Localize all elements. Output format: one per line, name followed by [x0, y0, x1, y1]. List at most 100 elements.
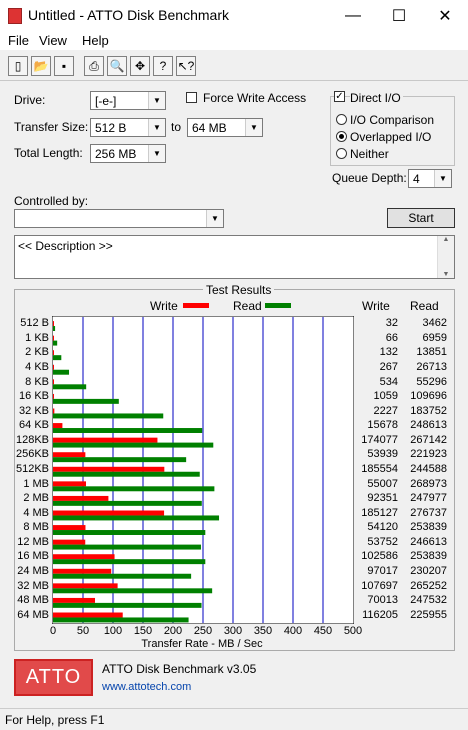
write-column-header: Write	[362, 299, 390, 313]
neither-radio[interactable]	[336, 148, 347, 159]
open-icon[interactable]: 📂	[31, 56, 51, 76]
read-bar	[53, 471, 200, 477]
write-value: 1059	[373, 390, 398, 403]
x-axis-label: Transfer Rate - MB / Sec	[141, 638, 263, 650]
read-bar	[53, 442, 214, 448]
write-bar	[53, 423, 63, 429]
read-bar	[53, 602, 202, 608]
new-icon[interactable]: ▯	[8, 56, 28, 76]
transfer-size-row-label: 8 MB	[23, 521, 49, 534]
menu-help[interactable]: Help	[82, 33, 109, 48]
write-bar	[53, 612, 123, 618]
read-bar	[53, 530, 206, 535]
status-text: For Help, press F1	[5, 713, 105, 727]
title-bar: Untitled - ATTO Disk Benchmark — ☐ ✕	[0, 0, 468, 32]
read-bar	[53, 588, 213, 594]
help-icon[interactable]: ?	[153, 56, 173, 76]
transfer-from-value: 512 B	[95, 121, 127, 135]
overlapped-io-label: Overlapped I/O	[350, 130, 432, 144]
read-legend-label: Read	[233, 299, 262, 313]
direct-io-checkbox[interactable]: ✓	[334, 91, 345, 102]
read-bar	[53, 340, 58, 346]
controlled-by-select[interactable]: ▼	[14, 209, 224, 228]
chevron-down-icon: ▼	[148, 119, 165, 136]
test-results-title: Test Results	[203, 283, 275, 297]
context-help-icon[interactable]: ↖?	[176, 56, 196, 76]
read-value: 248613	[410, 419, 447, 432]
write-value: 15678	[367, 419, 398, 432]
print-icon[interactable]: ⎙	[84, 56, 104, 76]
menu-view[interactable]: View	[39, 33, 67, 48]
chevron-down-icon: ▼	[148, 145, 165, 162]
toolbar: ▯ 📂 ▪ ⎙ 🔍 ✥ ? ↖?	[0, 51, 468, 81]
read-value: 247977	[410, 492, 447, 505]
chevron-down-icon: ▼	[206, 210, 223, 227]
read-value: 221923	[410, 448, 447, 461]
x-tick-label: 100	[103, 625, 123, 637]
read-bar	[53, 428, 203, 433]
write-value: 92351	[367, 492, 398, 505]
write-bar	[53, 525, 86, 531]
status-bar: For Help, press F1	[0, 708, 468, 730]
website-link[interactable]: www.attotech.com	[102, 681, 191, 693]
transfer-to-select[interactable]: 64 MB ▼	[187, 118, 263, 137]
read-bar	[53, 369, 70, 375]
menu-file[interactable]: File	[8, 33, 29, 48]
write-value: 185127	[361, 506, 398, 519]
read-value: 265252	[410, 579, 447, 592]
queue-depth-label: Queue Depth:	[332, 171, 407, 185]
maximize-button[interactable]: ☐	[376, 0, 422, 31]
product-version: ATTO Disk Benchmark v3.05	[102, 662, 257, 676]
force-write-checkbox[interactable]	[186, 92, 197, 103]
drive-select[interactable]: [-e-] ▼	[90, 91, 166, 110]
io-comparison-radio[interactable]	[336, 114, 347, 125]
total-length-select[interactable]: 256 MB ▼	[90, 144, 166, 163]
start-button[interactable]: Start	[387, 208, 455, 228]
read-bar	[53, 515, 220, 521]
transfer-size-row-label: 512KB	[15, 463, 49, 475]
description-text: << Description >>	[18, 239, 113, 253]
read-value: 276737	[410, 506, 447, 519]
read-value: 253839	[410, 550, 447, 563]
drive-label: Drive:	[14, 93, 46, 107]
read-bar	[53, 398, 119, 404]
read-value: 183752	[410, 404, 447, 417]
description-scrollbar[interactable]: ▲ ▼	[437, 236, 454, 278]
transfer-from-select[interactable]: 512 B ▼	[90, 118, 166, 137]
transfer-size-row-label: 256KB	[15, 448, 49, 461]
read-bar	[53, 544, 201, 550]
write-bar	[53, 350, 54, 356]
queue-depth-select[interactable]: 4 ▼	[408, 169, 452, 188]
write-value: 174077	[361, 433, 398, 446]
minimize-button[interactable]: —	[330, 0, 376, 31]
transfer-size-label: Transfer Size:	[14, 120, 89, 134]
transfer-size-row-label: 2 MB	[23, 492, 49, 505]
close-button[interactable]: ✕	[422, 0, 468, 31]
app-icon	[8, 8, 22, 24]
write-legend-label: Write	[150, 299, 178, 313]
write-bar	[53, 335, 54, 341]
save-icon[interactable]: ▪	[54, 56, 74, 76]
x-tick-label: 250	[193, 625, 213, 637]
write-bar	[53, 554, 115, 560]
write-bar	[53, 408, 55, 414]
read-value: 268973	[410, 477, 447, 490]
read-bar	[53, 384, 87, 390]
read-value: 225955	[410, 608, 447, 621]
transfer-to-value: 64 MB	[192, 121, 227, 135]
transfer-size-row-label: 16 KB	[19, 390, 49, 403]
print-preview-icon[interactable]: 🔍	[107, 56, 127, 76]
transfer-size-row-label: 128KB	[15, 433, 49, 446]
read-bar	[53, 573, 192, 579]
description-field[interactable]: << Description >> ▲ ▼	[14, 235, 455, 279]
write-value: 32	[385, 317, 398, 330]
read-value: 109696	[410, 390, 447, 403]
transfer-size-row-label: 24 MB	[17, 565, 49, 577]
write-bar	[53, 393, 54, 399]
move-icon[interactable]: ✥	[130, 56, 150, 76]
read-bar	[53, 326, 56, 331]
queue-depth-value: 4	[413, 172, 420, 186]
overlapped-io-radio[interactable]	[336, 131, 347, 142]
read-value: 230207	[410, 565, 447, 577]
write-value: 97017	[367, 565, 398, 577]
